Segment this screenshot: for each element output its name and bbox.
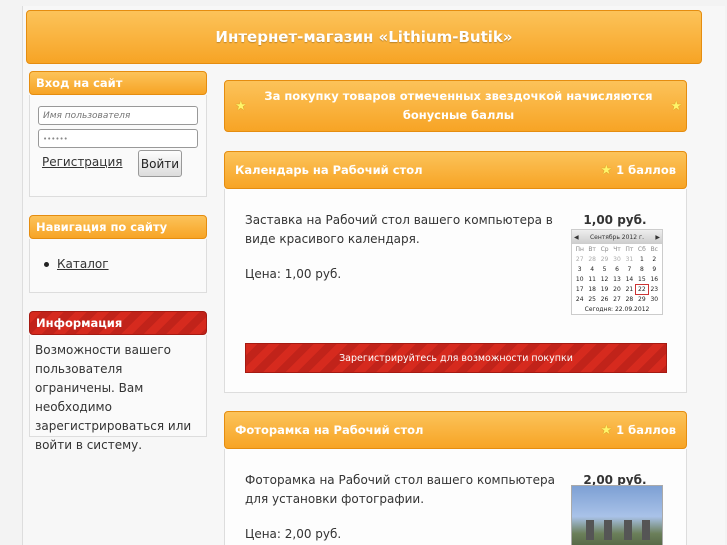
calendar-date[interactable]: 27 [611,295,622,304]
calendar-date[interactable]: 20 [611,285,622,294]
calendar-date[interactable]: 29 [636,295,647,304]
calendar-date[interactable]: 12 [599,275,610,284]
product-price-line: Цена: 1,00 руб. [245,267,342,281]
info-title: Информация [29,311,207,335]
calendar-date[interactable]: 30 [649,295,660,304]
calendar-date[interactable]: 28 [624,295,635,304]
product-price-line: Цена: 2,00 руб. [245,527,342,541]
calendar-date[interactable]: 23 [649,285,660,294]
star-icon: ★ [600,422,613,438]
product-card: Заставка на Рабочий стол вашего компьюте… [224,189,687,393]
product-price: 1,00 руб. [583,213,647,227]
calendar-footer: Сегодня: 22.09.2012 [584,306,650,313]
product-description: Фоторамка на Рабочий стол вашего компьют… [245,473,555,506]
bullet-icon [44,262,49,267]
calendar-date[interactable]: 26 [599,295,610,304]
calendar-date[interactable]: 1 [636,255,647,264]
star-icon: ★ [600,162,613,178]
nav-box: Каталог [29,239,207,293]
calendar-date[interactable]: 15 [636,275,647,284]
stone-shape [604,520,612,540]
star-icon: ★ [235,98,247,114]
calendar-thumbnail[interactable]: ◀ Сентябрь 2012 г. ▶ Пн Вт Ср Чт Пт Сб Вс 27 28 2… [571,229,663,315]
bonus-label: 1 баллов [616,422,676,437]
calendar-date[interactable]: 21 [624,285,635,294]
calendar-date[interactable]: 11 [586,275,597,284]
product-title-bar: Фоторамка на Рабочий стол ★ 1 баллов [224,411,687,449]
calendar-header: ◀ Сентябрь 2012 г. ▶ [572,230,662,244]
login-title: Вход на сайт [29,71,207,95]
calendar-date[interactable]: 9 [649,265,660,274]
calendar-date[interactable]: 8 [636,265,647,274]
product-title[interactable]: Календарь на Рабочий стол [235,163,423,177]
nav-list: Каталог [44,257,109,271]
site-header: Интернет-магазин «Lithium-Butik» [26,10,702,64]
photo-thumbnail[interactable] [571,485,663,545]
notice-text: За покупку товаров отмеченных звездочкой… [264,89,653,122]
bonus-notice: ★ За покупку товаров отмеченных звездочк… [224,80,687,132]
calendar-day-header: Вс [650,246,658,253]
stone-shape [586,520,594,540]
calendar-date[interactable]: 31 [624,255,635,264]
calendar-day-header: Ср [600,246,609,253]
calendar-date[interactable]: 28 [586,255,597,264]
calendar-date[interactable]: 16 [649,275,660,284]
info-box: Возможности вашего пользователя ограниче… [29,335,207,452]
calendar-date[interactable]: 29 [599,255,610,264]
calendar-day-header: Чт [613,246,621,253]
username-input[interactable] [38,106,198,125]
password-input[interactable] [38,129,198,148]
calendar-date[interactable]: 24 [574,295,585,304]
stone-shape [624,520,632,540]
calendar-day-header: Сб [637,246,646,253]
calendar-date[interactable]: 22 [635,284,649,295]
product-title[interactable]: Фоторамка на Рабочий стол [235,423,423,437]
calendar-day-header: Вт [588,246,596,253]
login-button[interactable]: Войти [138,150,182,177]
info-text: Возможности вашего пользователя ограниче… [35,343,192,452]
calendar-prev-icon: ◀ [574,233,579,241]
register-link[interactable]: Регистрация [42,155,122,169]
calendar-date[interactable]: 7 [624,265,635,274]
calendar-date[interactable]: 25 [586,295,597,304]
bonus-label: 1 баллов [616,162,676,177]
calendar-date[interactable]: 19 [599,285,610,294]
nav-title: Навигация по сайту [29,215,207,239]
calendar-date[interactable]: 10 [574,275,585,284]
calendar-date[interactable]: 4 [586,265,597,274]
calendar-date[interactable]: 17 [574,285,585,294]
product-card: Фоторамка на Рабочий стол вашего компьют… [224,449,687,545]
calendar-month: Сентябрь 2012 г. [589,233,645,241]
calendar-date[interactable]: 5 [599,265,610,274]
calendar-date[interactable]: 3 [574,265,585,274]
calendar-date[interactable]: 14 [624,275,635,284]
calendar-date[interactable]: 18 [586,285,597,294]
nav-item-catalog[interactable]: Каталог [57,257,109,271]
bonus-badge: ★ 1 баллов [601,423,677,438]
calendar-day-header: Пт [625,246,634,253]
calendar-date[interactable]: 27 [574,255,585,264]
bonus-badge: ★ 1 баллов [601,163,677,178]
calendar-date[interactable]: 6 [611,265,622,274]
calendar-date[interactable]: 13 [611,275,622,284]
product-description: Заставка на Рабочий стол вашего компьюте… [245,213,553,246]
site-title: Интернет-магазин «Lithium-Butik» [215,28,513,46]
calendar-day-header: Пн [575,246,584,253]
login-box: Регистрация Войти [29,95,207,197]
register-to-buy-button[interactable]: Зарегистрируйтесь для возможности покупк… [245,343,667,373]
calendar-next-icon: ▶ [655,233,660,241]
star-icon: ★ [670,98,682,114]
stone-shape [642,520,650,540]
calendar-grid: Пн Вт Ср Чт Пт Сб Вс 27 28 29 30 31 1 2 3 4 5 6 7 8 9 10 11 12 1… [572,244,662,305]
product-title-bar: Календарь на Рабочий стол ★ 1 баллов [224,151,687,189]
calendar-date[interactable]: 30 [611,255,622,264]
calendar-date[interactable]: 2 [649,255,660,264]
